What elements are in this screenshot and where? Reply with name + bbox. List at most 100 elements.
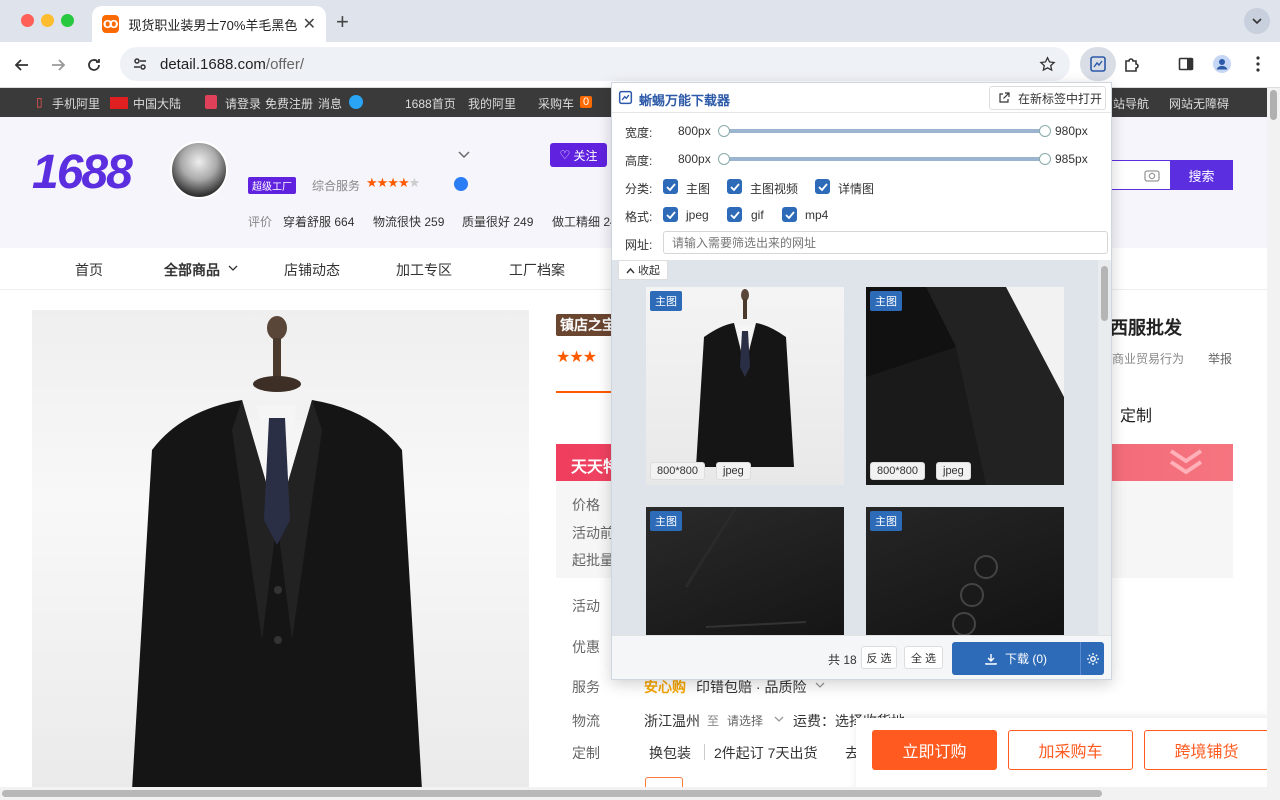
format-label: 格式: [625, 210, 653, 224]
site-logo[interactable]: 1688 [32, 145, 133, 200]
width-range-slider[interactable] [718, 125, 1051, 137]
reload-button[interactable] [81, 52, 107, 78]
checkbox-gif[interactable] [727, 207, 742, 222]
cross-border-button[interactable]: 跨境铺货 [1144, 730, 1269, 770]
minimize-window-button[interactable] [41, 14, 54, 27]
page-horizontal-scrollbar[interactable] [0, 787, 1268, 800]
open-in-new-tab-button[interactable]: 在新标签中打开 [989, 86, 1106, 110]
side-panel-button[interactable] [1168, 47, 1204, 81]
image-format-label: jpeg [716, 462, 751, 480]
image-format-label: jpeg [936, 462, 971, 480]
custom-package[interactable]: 换包装 [649, 743, 691, 763]
gear-icon [1086, 652, 1099, 665]
checkbox-main-video[interactable] [727, 179, 742, 194]
checkbox-mp4[interactable] [782, 207, 797, 222]
checkbox-main-image[interactable] [663, 179, 678, 194]
extensions-button[interactable] [1114, 47, 1150, 81]
topbar-accessibility-link[interactable]: 网站无障碍 [1169, 95, 1229, 112]
main-image-tag: 主图 [650, 291, 682, 311]
topbar-sitenav-link[interactable]: 站导航 [1113, 95, 1149, 112]
lizard-downloader-popup: 蜥蜴万能下载器 在新标签中打开 宽度: 800px 980px 高度: 800p… [611, 82, 1112, 680]
close-tab-icon[interactable]: ✕ [303, 14, 316, 34]
tab-title: 现货职业装男士70%羊毛黑色高 [128, 17, 297, 33]
nav-processing[interactable]: 加工专区 [396, 260, 452, 280]
chevron-down-icon[interactable] [458, 150, 470, 160]
format-gif[interactable]: gif [751, 208, 764, 222]
height-max-handle[interactable] [1039, 153, 1051, 165]
url-filter-label: 网址: [625, 238, 653, 252]
chat-icon[interactable] [454, 177, 468, 191]
browser-tab[interactable]: Ꝏ 现货职业装男士70%羊毛黑色高 ✕ [92, 6, 326, 42]
report-link[interactable]: 举报 [1208, 350, 1232, 367]
product-main-image[interactable] [32, 310, 529, 790]
favicon-icon: Ꝏ [102, 15, 120, 33]
nav-store-news[interactable]: 店铺动态 [284, 260, 340, 280]
chat-bubble-icon [349, 95, 363, 109]
zoom-window-button[interactable] [61, 14, 74, 27]
side-panel-icon [1178, 57, 1194, 71]
height-range-slider[interactable] [718, 153, 1051, 165]
url-filter-input[interactable] [663, 231, 1108, 254]
topbar-mobile-link[interactable]: 手机阿里 [52, 95, 100, 112]
format-mp4[interactable]: mp4 [805, 208, 828, 222]
collapse-button[interactable]: 收起 [618, 260, 668, 280]
topbar-home-link[interactable]: 1688首页 [405, 95, 456, 112]
checkbox-jpeg[interactable] [663, 207, 678, 222]
address-bar[interactable]: detail.1688.com/offer/ [120, 47, 1070, 81]
image-card[interactable]: 主图 [866, 507, 1064, 635]
width-label: 宽度: [625, 126, 653, 140]
topbar-message-link[interactable]: 消息 [318, 95, 342, 112]
chevron-down-icon[interactable] [815, 682, 825, 690]
topbar-cart-link[interactable]: 采购车 [538, 95, 574, 112]
puzzle-icon [1125, 58, 1139, 72]
format-jpeg[interactable]: jpeg [686, 208, 709, 222]
width-max-handle[interactable] [1039, 125, 1051, 137]
custom-tab[interactable]: 定制 [1120, 402, 1152, 426]
gallery-scrollbar[interactable] [1098, 260, 1111, 635]
nav-factory-profile[interactable]: 工厂档案 [509, 260, 565, 280]
site-settings-icon[interactable] [132, 56, 148, 72]
reload-icon [88, 59, 100, 71]
ship-to-select[interactable]: 请选择 [727, 712, 763, 729]
popup-footer: 共 18 反 选 全 选 下载 (0) [612, 635, 1111, 679]
width-min-handle[interactable] [718, 125, 730, 137]
add-to-cart-button[interactable]: 加采购车 [1008, 730, 1133, 770]
profile-button[interactable] [1204, 47, 1240, 81]
download-button[interactable]: 下载 (0) [952, 642, 1080, 675]
close-window-button[interactable] [21, 14, 34, 27]
nav-home[interactable]: 首页 [75, 260, 103, 280]
forward-button[interactable] [45, 52, 71, 78]
bookmark-star-icon[interactable] [1039, 56, 1056, 73]
search-input[interactable] [1110, 160, 1170, 190]
follow-button[interactable]: ♡ 关注 [550, 143, 607, 167]
page-vertical-scrollbar[interactable] [1267, 88, 1280, 800]
extension-lizard-button[interactable] [1080, 47, 1116, 81]
camera-icon[interactable] [1144, 168, 1160, 182]
browser-menu-button[interactable] [1240, 47, 1276, 81]
new-tab-button[interactable]: + [336, 9, 349, 35]
nav-all-products[interactable]: 全部商品 [164, 260, 220, 280]
invert-selection-button[interactable]: 反 选 [861, 646, 897, 669]
image-card[interactable]: 主图 800*800 jpeg [866, 287, 1064, 485]
settings-button[interactable] [1080, 642, 1104, 675]
height-min-value: 800px [678, 152, 711, 166]
image-card[interactable]: 主图 [646, 507, 844, 635]
width-max-value: 980px [1055, 124, 1088, 138]
topbar-login-link[interactable]: 请登录 [225, 95, 261, 112]
image-card[interactable]: 主图 800*800 jpeg [646, 287, 844, 485]
topbar-region-link[interactable]: 中国大陆 [133, 95, 181, 112]
checkbox-detail-image[interactable] [815, 179, 830, 194]
topbar-register-link[interactable]: 免费注册 [265, 95, 313, 112]
chevron-down-icon[interactable] [774, 716, 784, 724]
shop-avatar[interactable] [170, 141, 228, 199]
back-button[interactable] [9, 52, 35, 78]
search-button[interactable]: 搜索 [1170, 160, 1233, 190]
category-detail-image[interactable]: 详情图 [838, 180, 874, 197]
height-min-handle[interactable] [718, 153, 730, 165]
topbar-myali-link[interactable]: 我的阿里 [468, 95, 516, 112]
category-main-image[interactable]: 主图 [686, 180, 710, 197]
tab-search-button[interactable] [1244, 8, 1270, 34]
buy-now-button[interactable]: 立即订购 [872, 730, 997, 770]
select-all-button[interactable]: 全 选 [904, 646, 943, 669]
category-main-video[interactable]: 主图视频 [750, 180, 798, 197]
